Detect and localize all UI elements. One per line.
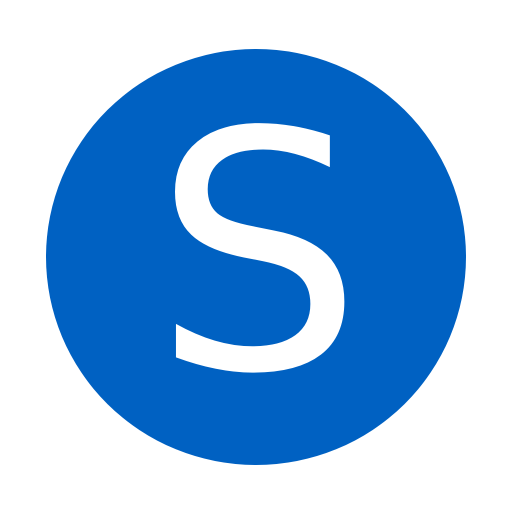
icon-letter: S [153,62,363,446]
icon-canvas: S [0,0,512,512]
letter-s-circle-icon: S [46,49,466,465]
